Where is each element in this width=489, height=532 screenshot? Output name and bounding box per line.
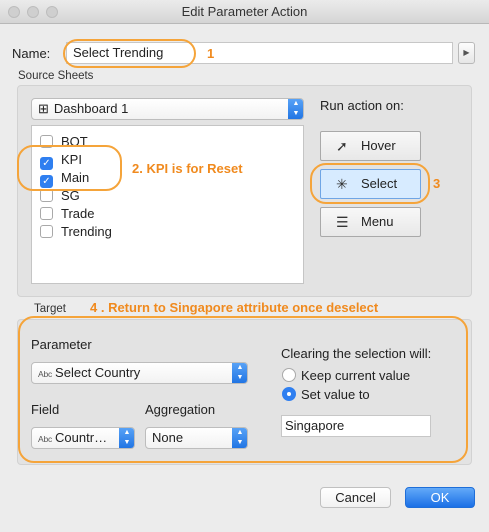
triangle-right-icon: ▶: [463, 48, 470, 57]
sheet-label: Trending: [61, 224, 112, 239]
chevron-updown-icon: ▲ ▼: [288, 99, 303, 119]
sheet-item-trending[interactable]: Trending: [40, 223, 112, 241]
dashboard-select[interactable]: ⊞ Dashboard 1 ▲ ▼: [31, 98, 304, 120]
annotation-1: 1: [207, 46, 215, 61]
checkbox[interactable]: [40, 207, 53, 220]
name-label: Name:: [12, 46, 51, 61]
insert-field-button[interactable]: ▶: [458, 42, 475, 64]
annotation-4: 4 . Return to Singapore attribute once d…: [90, 300, 379, 315]
dashboard-grid-icon: ⊞: [38, 101, 49, 116]
target-label: Target: [34, 303, 66, 315]
annotation-2: 2. KPI is for Reset: [132, 161, 243, 176]
dashboard-select-value: Dashboard 1: [53, 101, 129, 116]
pointer-icon: ➚: [336, 138, 348, 154]
hover-button-label: Hover: [361, 138, 396, 153]
menu-button[interactable]: ☰ Menu: [320, 207, 421, 237]
title-bar: Edit Parameter Action: [0, 0, 489, 24]
checkbox[interactable]: [40, 225, 53, 238]
run-action-label: Run action on:: [320, 98, 404, 113]
annotation-3: 3: [433, 176, 441, 191]
ok-button[interactable]: OK: [405, 487, 475, 508]
annotation-oval-target: [18, 316, 468, 463]
annotation-oval-name: [63, 39, 196, 68]
hover-button[interactable]: ➚ Hover: [320, 131, 421, 161]
minimize-window-button[interactable]: [27, 6, 39, 18]
source-sheets-label: Source Sheets: [18, 70, 94, 82]
menu-icon: ☰: [336, 214, 349, 230]
cancel-button[interactable]: Cancel: [320, 487, 391, 508]
zoom-window-button[interactable]: [46, 6, 58, 18]
annotation-oval-select: [310, 163, 430, 204]
close-window-button[interactable]: [8, 6, 20, 18]
window-title: Edit Parameter Action: [181, 4, 308, 19]
sheet-label: Trade: [61, 206, 95, 221]
menu-button-label: Menu: [361, 214, 394, 229]
annotation-oval-kpi: [17, 145, 122, 191]
sheet-item-trade[interactable]: Trade: [40, 205, 94, 223]
